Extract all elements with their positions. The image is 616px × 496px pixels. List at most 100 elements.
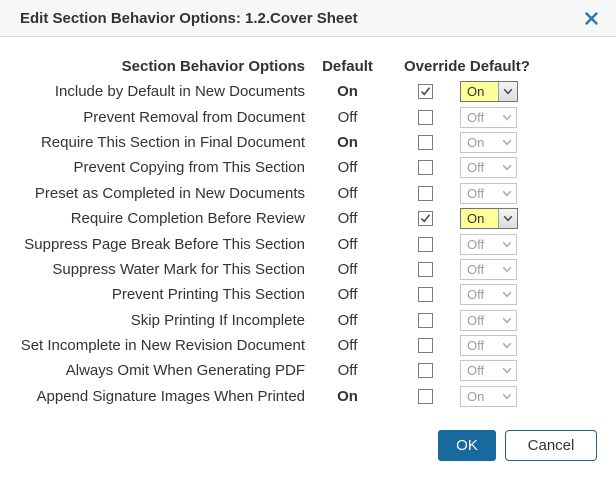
override-select[interactable]: Off: [460, 360, 517, 381]
chevron-down-icon: [498, 82, 517, 101]
override-select-value: Off: [461, 336, 498, 355]
cancel-button[interactable]: Cancel: [505, 430, 597, 461]
override-select[interactable]: Off: [460, 107, 517, 128]
override-select-value: Off: [461, 235, 498, 254]
ok-button[interactable]: OK: [438, 430, 496, 461]
table-header-row: Section Behavior Options Default Overrid…: [0, 53, 616, 79]
option-label: Always Omit When Generating PDF: [0, 362, 305, 379]
chevron-down-icon: [498, 108, 516, 127]
default-value: Off: [305, 210, 390, 227]
default-value: Off: [305, 312, 390, 329]
override-select[interactable]: Off: [460, 234, 517, 255]
close-icon: [584, 11, 599, 26]
override-checkbox[interactable]: [418, 186, 433, 201]
chevron-down-icon: [498, 285, 516, 304]
option-label: Require Completion Before Review: [0, 210, 305, 227]
header-section-behavior-options: Section Behavior Options: [0, 58, 305, 75]
chevron-down-icon: [498, 235, 516, 254]
default-value: Off: [305, 159, 390, 176]
default-value: On: [305, 134, 390, 151]
chevron-down-icon: [498, 361, 516, 380]
override-select-value: On: [461, 387, 498, 406]
override-select[interactable]: Off: [460, 335, 517, 356]
options-table: Section Behavior Options Default Overrid…: [0, 53, 616, 409]
header-default: Default: [305, 58, 390, 75]
option-row: Prevent Removal from Document Off Off: [0, 104, 616, 129]
override-select-value: Off: [461, 184, 498, 203]
chevron-down-icon: [498, 260, 516, 279]
option-row: Prevent Printing This Section Off Off: [0, 282, 616, 307]
override-checkbox[interactable]: [418, 262, 433, 277]
chevron-down-icon: [498, 311, 516, 330]
override-select[interactable]: On: [460, 132, 517, 153]
dialog-titlebar: Edit Section Behavior Options: 1.2.Cover…: [0, 0, 616, 37]
override-select-value: On: [461, 82, 498, 101]
override-select-value: Off: [461, 108, 498, 127]
override-checkbox[interactable]: [418, 287, 433, 302]
option-row: Preset as Completed in New Documents Off…: [0, 181, 616, 206]
option-label: Suppress Water Mark for This Section: [0, 261, 305, 278]
override-select[interactable]: Off: [460, 310, 517, 331]
option-label: Include by Default in New Documents: [0, 83, 305, 100]
override-checkbox[interactable]: [418, 389, 433, 404]
option-row: Suppress Water Mark for This Section Off…: [0, 257, 616, 282]
chevron-down-icon: [498, 336, 516, 355]
option-label: Prevent Copying from This Section: [0, 159, 305, 176]
override-select-value: Off: [461, 260, 498, 279]
default-value: Off: [305, 261, 390, 278]
override-checkbox[interactable]: [418, 211, 433, 226]
chevron-down-icon: [498, 387, 516, 406]
override-select-value: On: [461, 133, 498, 152]
override-checkbox[interactable]: [418, 110, 433, 125]
option-label: Require This Section in Final Document: [0, 134, 305, 151]
checkmark-icon: [420, 86, 431, 97]
option-row: Set Incomplete in New Revision Document …: [0, 333, 616, 358]
override-select-value: On: [461, 209, 498, 228]
chevron-down-icon: [498, 133, 516, 152]
option-label: Append Signature Images When Printed: [0, 388, 305, 405]
override-select[interactable]: Off: [460, 284, 517, 305]
override-select[interactable]: On: [460, 208, 518, 229]
override-select-value: Off: [461, 158, 498, 177]
option-label: Skip Printing If Incomplete: [0, 312, 305, 329]
option-label: Prevent Printing This Section: [0, 286, 305, 303]
edit-section-behavior-dialog: Edit Section Behavior Options: 1.2.Cover…: [0, 0, 616, 496]
option-row: Prevent Copying from This Section Off Of…: [0, 155, 616, 180]
default-value: Off: [305, 185, 390, 202]
default-value: On: [305, 83, 390, 100]
default-value: Off: [305, 337, 390, 354]
override-checkbox[interactable]: [418, 160, 433, 175]
option-row: Skip Printing If Incomplete Off Off: [0, 308, 616, 333]
option-label: Preset as Completed in New Documents: [0, 185, 305, 202]
header-override-default: Override Default?: [390, 58, 616, 75]
override-checkbox[interactable]: [418, 237, 433, 252]
override-checkbox[interactable]: [418, 338, 433, 353]
override-select[interactable]: Off: [460, 259, 517, 280]
override-select[interactable]: On: [460, 81, 518, 102]
table-rows: Include by Default in New Documents On O…: [0, 79, 616, 409]
dialog-footer: OK Cancel: [438, 430, 597, 461]
dialog-title: Edit Section Behavior Options: 1.2.Cover…: [20, 10, 580, 27]
default-value: Off: [305, 109, 390, 126]
option-label: Prevent Removal from Document: [0, 109, 305, 126]
override-select-value: Off: [461, 361, 498, 380]
checkmark-icon: [420, 213, 431, 224]
close-button[interactable]: [580, 7, 602, 29]
chevron-down-icon: [498, 209, 517, 228]
default-value: Off: [305, 362, 390, 379]
option-row: Suppress Page Break Before This Section …: [0, 231, 616, 256]
option-row: Require This Section in Final Document O…: [0, 130, 616, 155]
override-checkbox[interactable]: [418, 135, 433, 150]
override-checkbox[interactable]: [418, 313, 433, 328]
option-row: Include by Default in New Documents On O…: [0, 79, 616, 104]
override-checkbox[interactable]: [418, 363, 433, 378]
override-select[interactable]: Off: [460, 157, 517, 178]
default-value: On: [305, 388, 390, 405]
override-select[interactable]: On: [460, 386, 517, 407]
default-value: Off: [305, 236, 390, 253]
override-checkbox[interactable]: [418, 84, 433, 99]
option-label: Set Incomplete in New Revision Document: [0, 337, 305, 354]
option-row: Require Completion Before Review Off On: [0, 206, 616, 231]
override-select[interactable]: Off: [460, 183, 517, 204]
override-select-value: Off: [461, 285, 498, 304]
